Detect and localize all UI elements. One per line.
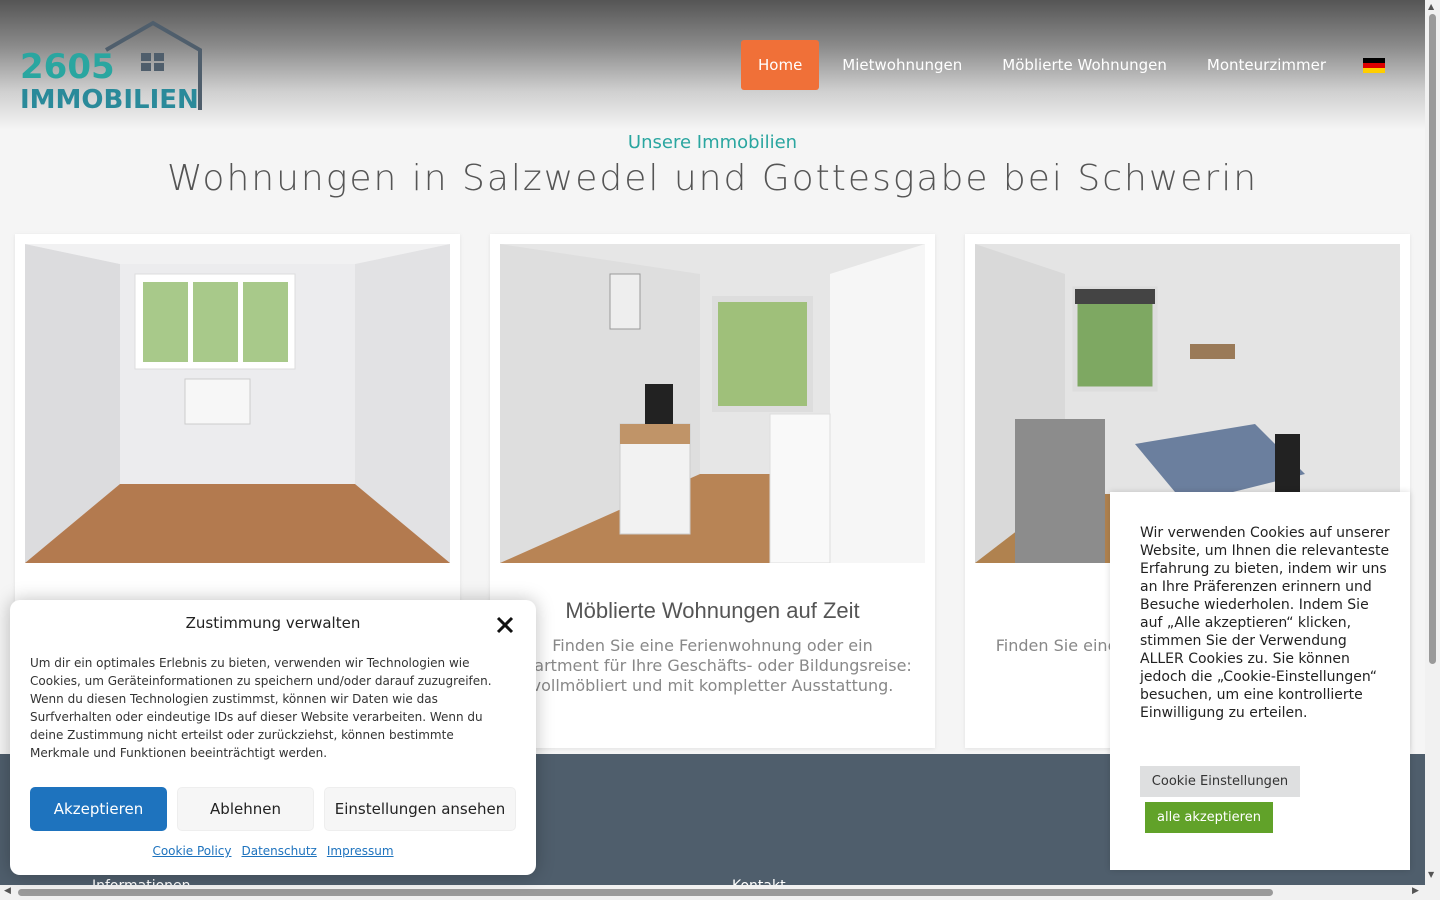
cookie-settings-button[interactable]: Cookie Einstellungen <box>1140 766 1300 797</box>
nav-home[interactable]: Home <box>741 40 820 90</box>
card-title: Möblierte Wohnungen auf Zeit <box>565 598 860 623</box>
impressum-link[interactable]: Impressum <box>327 844 394 858</box>
cookie-banner: Wir verwenden Cookies auf unserer Websit… <box>1110 492 1410 870</box>
site-logo[interactable]: 2605 IMMOBILIEN <box>18 20 203 115</box>
scroll-left-arrow-icon[interactable]: ◀ <box>4 886 11 896</box>
page-title: Wohnungen in Salzwedel und Gottesgabe be… <box>166 158 1259 199</box>
modal-text: Um dir ein optimales Erlebnis zu bieten,… <box>30 656 492 760</box>
accept-button[interactable]: Akzeptieren <box>30 787 167 831</box>
vertical-scroll-thumb[interactable] <box>1429 14 1436 664</box>
logo-name: IMMOBILIEN <box>20 85 199 115</box>
scroll-up-arrow-icon[interactable]: ▲ <box>1428 2 1434 11</box>
section-subtitle: Unsere Immobilien <box>627 132 798 153</box>
close-icon[interactable] <box>494 614 516 636</box>
nav-mietwohnungen[interactable]: Mietwohnungen <box>825 40 979 90</box>
accept-all-button[interactable]: alle akzeptieren <box>1145 802 1273 833</box>
modal-title: Zustimmung verwalten <box>185 614 361 632</box>
german-flag-icon[interactable] <box>1363 57 1385 73</box>
horizontal-scrollbar[interactable]: ◀ ▶ <box>0 885 1425 900</box>
scroll-right-arrow-icon[interactable]: ▶ <box>1412 886 1419 896</box>
kitchen-photo <box>500 244 925 563</box>
deny-button[interactable]: Ablehnen <box>177 787 314 831</box>
site-header: 2605 IMMOBILIEN Home Mietwohnungen Möbli… <box>0 0 1425 130</box>
datenschutz-link[interactable]: Datenschutz <box>242 844 317 858</box>
modal-links: Cookie Policy Datenschutz Impressum <box>10 844 536 858</box>
cookie-policy-link[interactable]: Cookie Policy <box>152 844 231 858</box>
logo-number: 2605 <box>20 47 115 87</box>
card-text: Finden Sie eine Ferienwohnung oder ein A… <box>513 636 912 695</box>
consent-modal: Zustimmung verwalten Um dir ein optimale… <box>10 600 536 875</box>
horizontal-scroll-thumb[interactable] <box>18 889 1273 896</box>
nav-monteurzimmer[interactable]: Monteurzimmer <box>1190 40 1343 90</box>
preferences-button[interactable]: Einstellungen ansehen <box>324 787 516 831</box>
property-card-moeblierte-wohnungen[interactable]: Möblierte Wohnungen auf Zeit Finden Sie … <box>490 234 935 748</box>
empty-room-photo <box>25 244 450 563</box>
vertical-scrollbar[interactable]: ▲ ▼ <box>1425 0 1440 900</box>
cookie-text: Wir verwenden Cookies auf unserer Websit… <box>1140 525 1390 721</box>
main-nav: Home Mietwohnungen Möblierte Wohnungen M… <box>741 40 1385 90</box>
nav-moeblierte-wohnungen[interactable]: Möblierte Wohnungen <box>985 40 1184 90</box>
scroll-down-arrow-icon[interactable]: ▼ <box>1428 870 1434 879</box>
